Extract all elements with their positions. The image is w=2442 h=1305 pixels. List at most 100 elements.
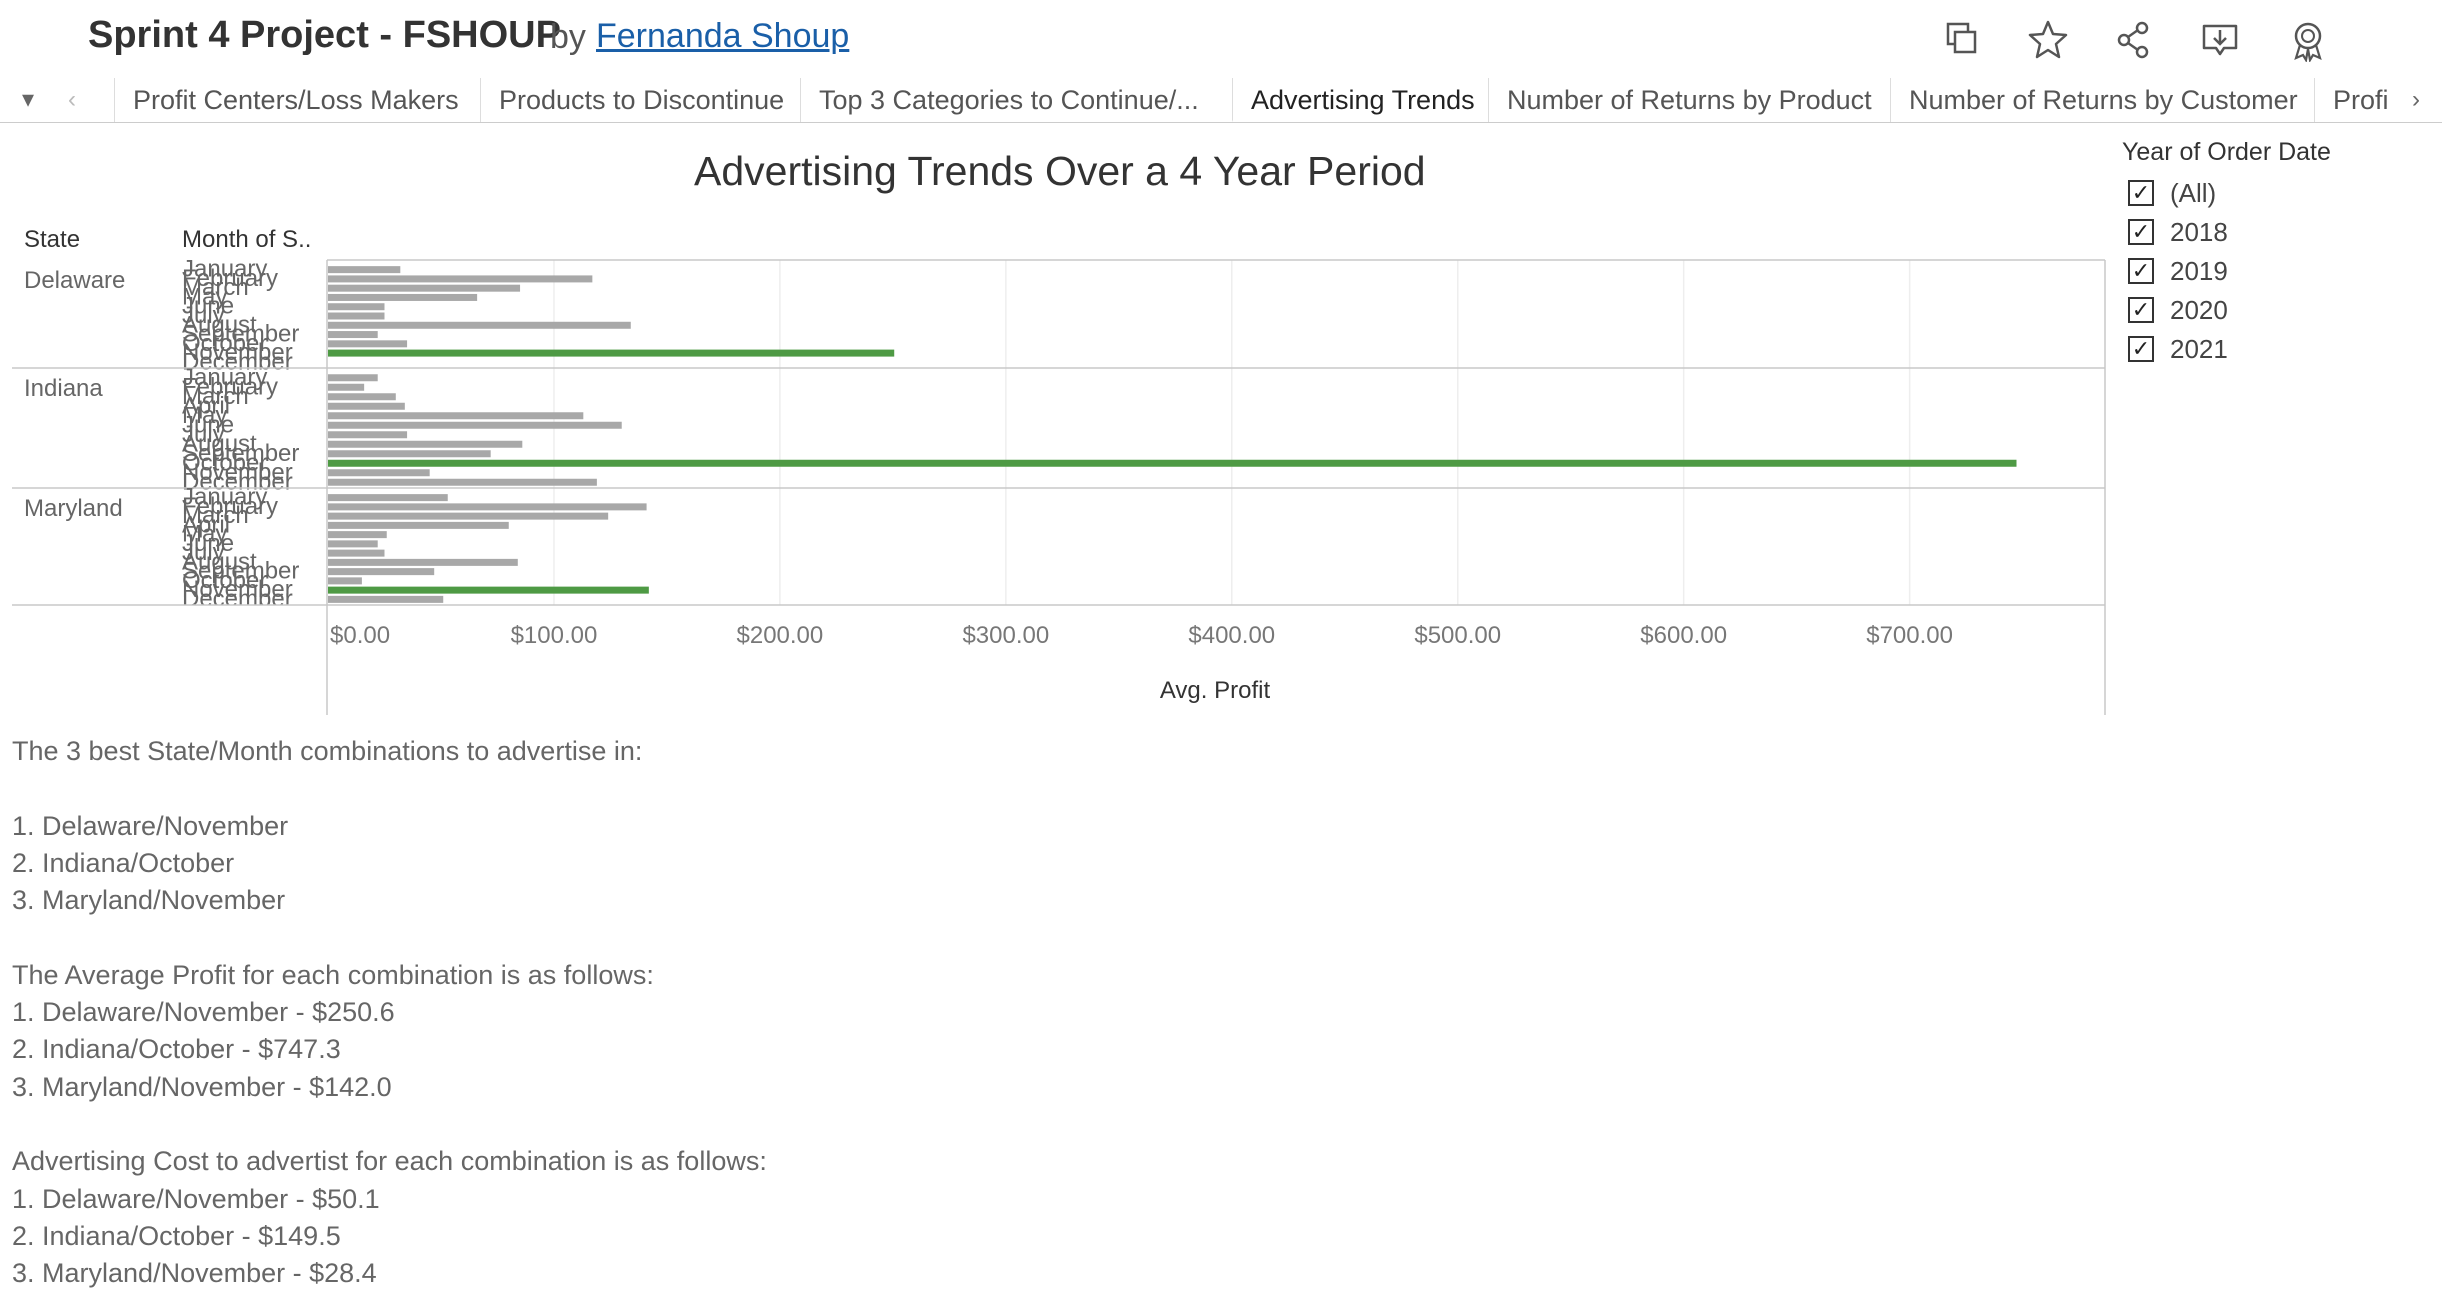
download-icon[interactable] [2198,18,2242,62]
bar [328,450,491,458]
author-link[interactable]: Fernanda Shoup [596,17,849,56]
bar [328,595,444,603]
x-tick-label: $100.00 [511,622,598,649]
note-line: 3. Maryland/November - $28.4 [12,1258,377,1289]
tab-profit-centers[interactable]: Profit Centers/Loss Makers [114,78,480,122]
bar [328,494,448,502]
tab-profit-truncated[interactable]: Profi [2314,78,2394,122]
month-label: September [182,440,299,467]
month-label: March [182,383,249,410]
bar [328,421,622,429]
month-label: December [182,468,293,495]
bar [328,558,518,566]
bar [328,469,430,477]
month-label: February [182,373,278,400]
month-label: June [182,411,234,438]
month-label: April [182,511,230,538]
x-tick-label: $500.00 [1414,622,1501,649]
month-label: January [182,484,267,511]
workbook-header: Sprint 4 Project - FSHOUP by Fernanda Sh… [0,0,2442,78]
bar [328,531,387,539]
month-column-header[interactable]: Month of S.. [182,226,311,254]
bar [328,402,405,410]
chart-title: Advertising Trends Over a 4 Year Period [694,148,1426,194]
star-icon[interactable] [2026,18,2070,62]
year-filter-option-label: 2018 [2170,217,2228,247]
checkbox[interactable]: ✓ [2128,219,2154,245]
month-label: March [182,502,249,529]
note-line: 3. Maryland/November - $142.0 [12,1071,392,1102]
x-tick-label: $600.00 [1640,622,1727,649]
note-line: The 3 best State/Month combinations to a… [12,736,643,766]
year-filter-option-label: 2021 [2170,334,2228,364]
tab-returns-by-customer[interactable]: Number of Returns by Customer [1890,78,2314,122]
month-label: September [182,321,299,348]
badge-icon[interactable] [2286,18,2330,62]
bar [328,383,365,391]
bar [328,340,408,348]
checkbox[interactable]: ✓ [2128,336,2154,362]
bar [328,478,597,486]
tab-products-to-discontinue[interactable]: Products to Discontinue [480,78,800,122]
month-label: July [182,421,225,448]
state-label: Delaware [24,267,125,294]
month-label: November [182,339,293,366]
bar [328,331,378,339]
bar [328,275,593,283]
x-tick-label: $400.00 [1188,622,1275,649]
bar [328,431,408,439]
bar [328,540,378,548]
bar [328,293,478,301]
month-label: January [182,256,267,283]
tab-scroll-right-icon[interactable]: › [2396,78,2436,122]
x-tick-label: $700.00 [1866,622,1953,649]
month-label: February [182,265,278,292]
bar [328,321,631,329]
month-label: June [182,530,234,557]
bar [328,503,647,511]
month-label: August [182,311,257,338]
month-label: November [182,576,293,603]
month-label: December [182,348,293,375]
x-tick-label: $0.00 [330,622,390,649]
note-line: 1. Delaware/November [12,810,289,841]
by-label: by [550,18,586,56]
bar [328,374,378,382]
month-label: February [182,493,278,520]
note-line: Advertising Cost to advertist for each c… [12,1146,767,1177]
bar [328,284,521,292]
note-line: The Average Profit for each combination … [12,959,654,990]
x-tick-label: $300.00 [962,622,1049,649]
year-filter-title: Year of Order Date [2122,138,2331,166]
bar [328,568,435,576]
month-label: November [182,459,293,486]
note-line: 2. Indiana/October - $747.3 [12,1034,341,1065]
month-label: May [182,402,227,429]
state-column-header[interactable]: State [24,226,80,254]
x-axis-label: Avg. Profit [1160,677,1271,704]
note-line: 1. Delaware/November - $250.6 [12,997,395,1028]
bar [328,312,385,320]
month-label: August [182,548,257,575]
month-label: August [182,430,257,457]
share-icon[interactable] [2112,18,2156,62]
checkbox[interactable]: ✓ [2128,258,2154,284]
bar [328,521,509,529]
month-label: March [182,274,249,301]
tab-menu-chevron-down-icon[interactable]: ▾ [12,78,44,122]
month-label: May [182,283,227,310]
checkbox[interactable]: ✓ [2128,297,2154,323]
note-line: 3. Maryland/November [12,885,286,916]
year-filter-option-label: (All) [2170,178,2217,208]
month-label: December [182,585,293,612]
duplicate-icon[interactable] [1940,18,1984,62]
bar [328,586,649,594]
checkbox[interactable]: ✓ [2128,180,2154,206]
month-label: May [182,521,227,548]
tab-advertising-trends[interactable]: Advertising Trends [1232,78,1488,122]
bar [328,549,385,557]
tab-returns-by-product[interactable]: Number of Returns by Product [1488,78,1890,122]
tab-top-3-categories[interactable]: Top 3 Categories to Continue/... [800,78,1232,122]
tab-scroll-left-icon[interactable]: ‹ [56,78,88,122]
bar [328,577,362,585]
